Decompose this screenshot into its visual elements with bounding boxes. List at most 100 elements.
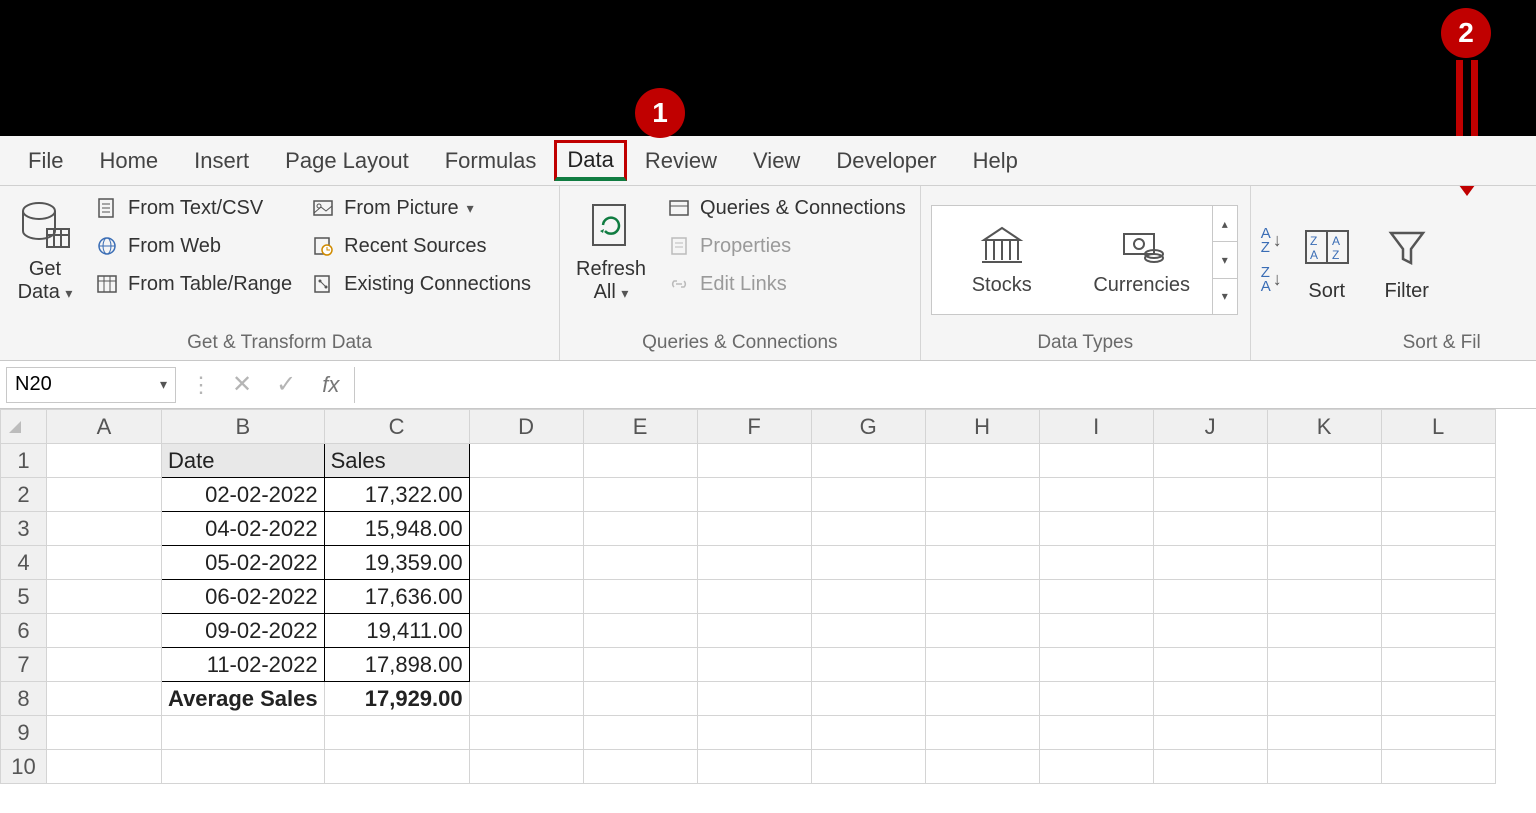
tab-file[interactable]: File: [10, 140, 81, 182]
cell[interactable]: [697, 512, 811, 546]
cell[interactable]: [1381, 444, 1495, 478]
cell[interactable]: [469, 682, 583, 716]
cell[interactable]: [1381, 648, 1495, 682]
cell[interactable]: [583, 750, 697, 784]
col-header-D[interactable]: D: [469, 410, 583, 444]
cell[interactable]: [925, 580, 1039, 614]
cell[interactable]: [811, 512, 925, 546]
cell-B6[interactable]: 09-02-2022: [162, 614, 325, 648]
cell-B2[interactable]: 02-02-2022: [162, 478, 325, 512]
recent-sources-button[interactable]: Recent Sources: [306, 230, 535, 262]
cell[interactable]: [1153, 580, 1267, 614]
col-header-E[interactable]: E: [583, 410, 697, 444]
cell[interactable]: [469, 478, 583, 512]
select-all-corner[interactable]: [1, 410, 47, 444]
cell[interactable]: [1267, 478, 1381, 512]
data-types-gallery[interactable]: Stocks Currencies ▴ ▾ ▾: [931, 205, 1238, 315]
cell[interactable]: [1153, 614, 1267, 648]
cell[interactable]: [469, 512, 583, 546]
cell[interactable]: [811, 750, 925, 784]
cell[interactable]: [697, 444, 811, 478]
cell[interactable]: [583, 614, 697, 648]
row-header-1[interactable]: 1: [1, 444, 47, 478]
col-header-I[interactable]: I: [1039, 410, 1153, 444]
row-header-9[interactable]: 9: [1, 716, 47, 750]
cell[interactable]: [1153, 512, 1267, 546]
cell[interactable]: [925, 648, 1039, 682]
gallery-scroll[interactable]: ▴ ▾ ▾: [1212, 206, 1237, 314]
cell[interactable]: [1039, 512, 1153, 546]
cell[interactable]: [1267, 682, 1381, 716]
gallery-down-icon[interactable]: ▾: [1213, 242, 1237, 278]
cell[interactable]: [1039, 444, 1153, 478]
col-header-F[interactable]: F: [697, 410, 811, 444]
from-text-csv-button[interactable]: From Text/CSV: [90, 192, 296, 224]
cell[interactable]: [1039, 648, 1153, 682]
cell-B3[interactable]: 04-02-2022: [162, 512, 325, 546]
cell-C5[interactable]: 17,636.00: [324, 580, 469, 614]
cell[interactable]: [1381, 580, 1495, 614]
cell[interactable]: [1381, 478, 1495, 512]
cell[interactable]: [925, 512, 1039, 546]
cell[interactable]: [1267, 512, 1381, 546]
cell[interactable]: [925, 546, 1039, 580]
gallery-more-icon[interactable]: ▾: [1213, 279, 1237, 314]
cell-C6[interactable]: 19,411.00: [324, 614, 469, 648]
tab-view[interactable]: View: [735, 140, 818, 182]
cell[interactable]: [925, 478, 1039, 512]
cell[interactable]: [1267, 750, 1381, 784]
cell[interactable]: [1039, 580, 1153, 614]
cell[interactable]: [162, 716, 325, 750]
cell[interactable]: [47, 716, 162, 750]
cell[interactable]: [47, 444, 162, 478]
cell[interactable]: [1381, 512, 1495, 546]
name-box[interactable]: N20 ▾: [6, 367, 176, 403]
cell[interactable]: [1381, 682, 1495, 716]
filter-button[interactable]: Filter: [1372, 214, 1442, 307]
cell[interactable]: [1267, 614, 1381, 648]
cell[interactable]: [1381, 750, 1495, 784]
row-header-4[interactable]: 4: [1, 546, 47, 580]
cell[interactable]: [697, 682, 811, 716]
cell[interactable]: [1381, 716, 1495, 750]
col-header-B[interactable]: B: [162, 410, 325, 444]
tab-help[interactable]: Help: [955, 140, 1036, 182]
get-data-button[interactable]: GetData ▾: [10, 192, 80, 308]
cell[interactable]: [1039, 750, 1153, 784]
cell[interactable]: [469, 648, 583, 682]
cell[interactable]: [469, 750, 583, 784]
cell[interactable]: [1153, 716, 1267, 750]
cell[interactable]: [1153, 478, 1267, 512]
currencies-data-type[interactable]: Currencies: [1072, 224, 1212, 297]
cell[interactable]: [47, 478, 162, 512]
col-header-H[interactable]: H: [925, 410, 1039, 444]
col-header-C[interactable]: C: [324, 410, 469, 444]
col-header-A[interactable]: A: [47, 410, 162, 444]
cell-B7[interactable]: 11-02-2022: [162, 648, 325, 682]
cell[interactable]: [925, 716, 1039, 750]
cell[interactable]: [324, 716, 469, 750]
cell[interactable]: [697, 750, 811, 784]
cell[interactable]: [47, 614, 162, 648]
cell[interactable]: [925, 444, 1039, 478]
cell[interactable]: [47, 682, 162, 716]
tab-page-layout[interactable]: Page Layout: [267, 140, 427, 182]
cell[interactable]: [1153, 546, 1267, 580]
from-table-range-button[interactable]: From Table/Range: [90, 268, 296, 300]
cell[interactable]: [583, 716, 697, 750]
formula-input[interactable]: [354, 367, 1536, 403]
cell[interactable]: [47, 512, 162, 546]
sort-button[interactable]: ZAAZ Sort: [1292, 214, 1362, 307]
cell[interactable]: [583, 444, 697, 478]
cell[interactable]: [583, 478, 697, 512]
cell-C8[interactable]: 17,929.00: [324, 682, 469, 716]
cell-B1[interactable]: Date: [162, 444, 325, 478]
cell[interactable]: [1039, 478, 1153, 512]
cell[interactable]: [697, 580, 811, 614]
cell[interactable]: [583, 580, 697, 614]
cell[interactable]: [1153, 682, 1267, 716]
cell[interactable]: [1267, 580, 1381, 614]
cell[interactable]: [1267, 444, 1381, 478]
cell[interactable]: [583, 512, 697, 546]
row-header-5[interactable]: 5: [1, 580, 47, 614]
